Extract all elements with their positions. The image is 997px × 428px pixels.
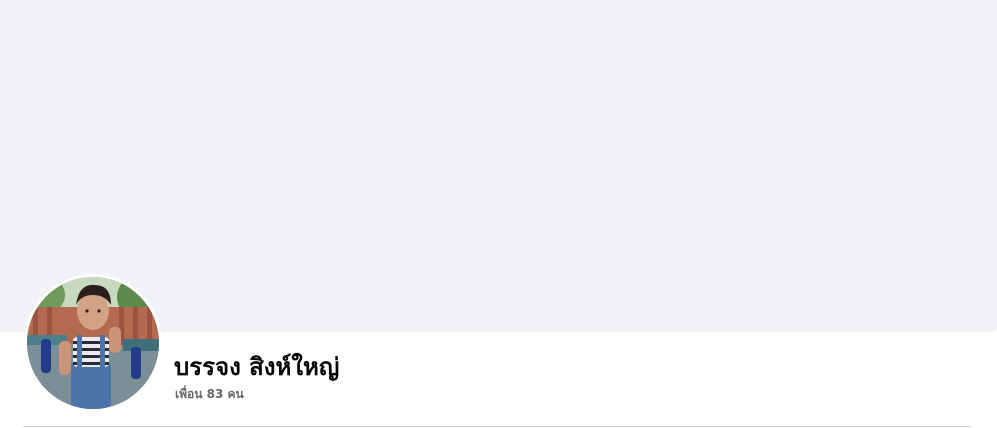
profile-picture[interactable] (24, 274, 162, 412)
avatar[interactable] (27, 277, 159, 409)
cover-photo-area[interactable] (0, 0, 997, 332)
header-divider (23, 426, 971, 427)
profile-name[interactable]: บรรจง สิงห์ใหญ่ (174, 352, 339, 382)
friend-count-link[interactable]: เพื่อน 83 คน (175, 386, 244, 402)
profile-page: บรรจง สิงห์ใหญ่ เพื่อน 83 คน (0, 0, 997, 428)
avatar-photo (27, 277, 159, 409)
